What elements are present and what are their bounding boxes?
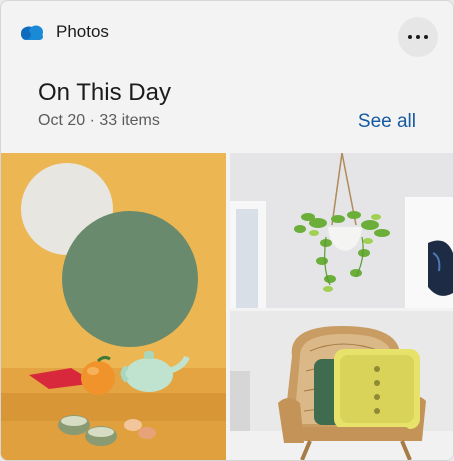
app-name: Photos <box>56 22 109 41</box>
widget-header: Photos <box>1 1 453 61</box>
more-options-button[interactable] <box>398 17 438 57</box>
photo-hanging-plant[interactable] <box>230 153 453 308</box>
photos-widget: Photos On This Day Oct 20 · 33 items See… <box>0 0 454 461</box>
photo-still-life[interactable] <box>1 153 226 460</box>
memory-subtitle: Oct 20 · 33 items <box>38 112 160 129</box>
more-horizontal-icon <box>408 35 412 39</box>
onedrive-cloud-icon <box>19 23 45 41</box>
see-all-link[interactable]: See all <box>358 111 416 133</box>
memory-title: On This Day <box>38 79 171 106</box>
photo-rattan-chair[interactable] <box>230 311 453 460</box>
photo-grid <box>1 153 453 460</box>
